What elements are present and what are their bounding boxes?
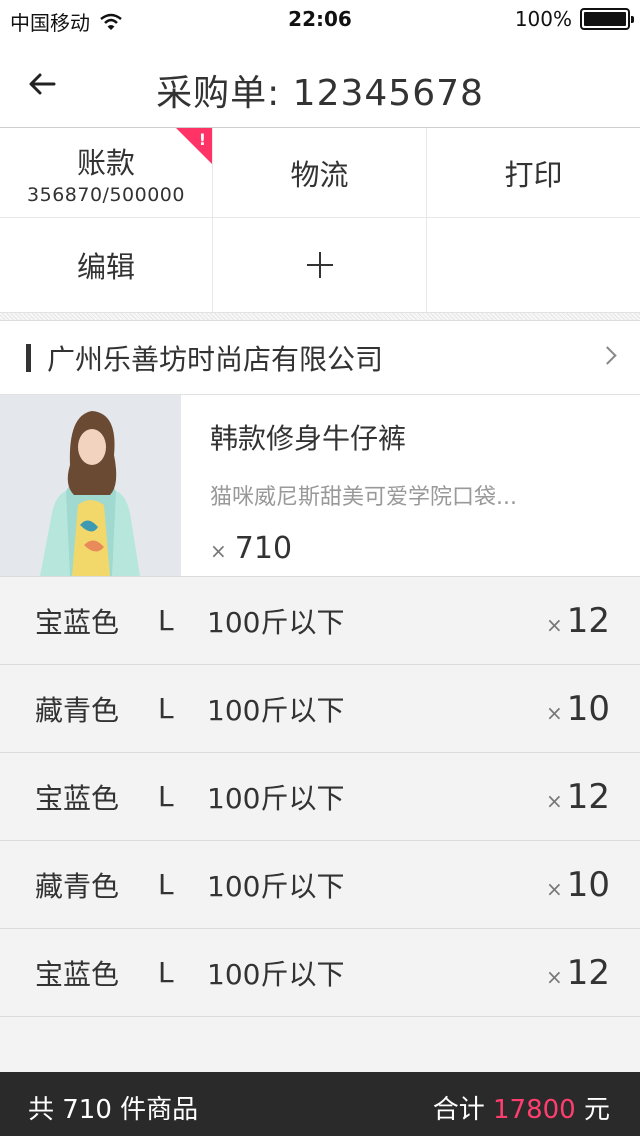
battery-percent: 100% [514, 7, 572, 31]
add-button[interactable] [213, 218, 427, 312]
empty-cell [427, 218, 640, 312]
shop-header[interactable]: 广州乐善坊时尚店有限公司 [0, 321, 640, 395]
logistics-label: 物流 [290, 157, 349, 192]
chevron-right-icon [598, 346, 617, 365]
alert-badge [176, 128, 212, 164]
variant-size: L [158, 780, 174, 813]
account-label: 账款 [76, 145, 135, 180]
times-sign: × [210, 539, 227, 563]
times-sign: × [545, 612, 563, 637]
variant-qty: × 12 [546, 601, 610, 641]
shop-marker [26, 343, 31, 372]
variant-qty-value: 10 [566, 688, 610, 729]
variant-color: 宝蓝色 [35, 781, 120, 815]
variant-weight: 100斤以下 [207, 605, 345, 639]
variant-size: L [158, 956, 174, 989]
shop-name: 广州乐善坊时尚店有限公司 [47, 342, 384, 376]
product-item[interactable]: 韩款修身牛仔裤 猫咪威尼斯甜美可爱学院口袋... × 710 [0, 395, 640, 577]
variant-color: 藏青色 [35, 693, 120, 727]
variant-row[interactable]: 宝蓝色 L 100斤以下 × 12 [0, 577, 640, 665]
print-button[interactable]: 打印 [427, 128, 640, 218]
alert-badge-mark: ! [198, 130, 206, 149]
variant-color: 宝蓝色 [35, 957, 120, 991]
action-grid: 账款 356870/500000 ! 物流 打印 编辑 [0, 128, 640, 313]
times-sign: × [545, 964, 563, 989]
variant-qty-value: 12 [566, 600, 610, 641]
variant-qty-value: 12 [566, 952, 610, 993]
total-amount: 17800 [493, 1095, 576, 1125]
variant-qty: × 12 [546, 777, 610, 817]
nav-bar: 采购单: 12345678 [0, 40, 640, 128]
times-sign: × [545, 876, 563, 901]
variant-weight: 100斤以下 [207, 781, 345, 815]
footer-bar: 共 710 件商品 合计 17800 元 [0, 1072, 640, 1136]
variant-weight: 100斤以下 [207, 869, 345, 903]
product-info: 韩款修身牛仔裤 猫咪威尼斯甜美可爱学院口袋... × 710 [181, 395, 517, 576]
variant-row[interactable]: 宝蓝色 L 100斤以下 × 12 [0, 753, 640, 841]
edit-button[interactable]: 编辑 [0, 218, 213, 312]
status-bar: 中国移动 22:06 100% [0, 0, 640, 40]
variant-row[interactable]: 藏青色 L 100斤以下 × 10 [0, 841, 640, 929]
variant-size: L [158, 692, 174, 725]
variant-qty: × 10 [546, 689, 610, 729]
page-title: 采购单: 12345678 [156, 73, 484, 114]
product-description: 猫咪威尼斯甜美可爱学院口袋... [210, 485, 517, 510]
total-currency: 元 [583, 1095, 610, 1125]
variant-qty: × 12 [546, 953, 610, 993]
product-image [0, 395, 181, 576]
times-sign: × [545, 788, 563, 813]
battery-icon [580, 8, 634, 30]
variant-qty-value: 10 [566, 864, 610, 905]
product-quantity-value: 710 [234, 531, 293, 566]
item-summary: 共 710 件商品 [28, 1095, 199, 1125]
variant-color: 藏青色 [35, 869, 120, 903]
account-button[interactable]: 账款 356870/500000 ! [0, 128, 213, 218]
times-sign: × [545, 700, 563, 725]
edit-label: 编辑 [76, 250, 135, 284]
total-label: 合计 [432, 1095, 485, 1125]
account-value: 356870/500000 [27, 183, 185, 206]
battery-group: 100% [514, 7, 634, 31]
variant-list: 宝蓝色 L 100斤以下 × 12 藏青色 L 100斤以下 × 10 宝蓝色 L … [0, 577, 640, 1073]
product-quantity: × 710 [210, 531, 517, 566]
divider [0, 313, 640, 321]
list-filler [0, 1017, 640, 1073]
product-photo [0, 395, 181, 576]
total-group: 合计 17800 元 [433, 1089, 610, 1126]
variant-qty-value: 12 [566, 776, 610, 817]
product-name: 韩款修身牛仔裤 [210, 422, 407, 455]
variant-row[interactable]: 宝蓝色 L 100斤以下 × 12 [0, 929, 640, 1017]
variant-weight: 100斤以下 [207, 693, 345, 727]
variant-color: 宝蓝色 [35, 605, 120, 639]
variant-row[interactable]: 藏青色 L 100斤以下 × 10 [0, 665, 640, 753]
logistics-button[interactable]: 物流 [213, 128, 427, 218]
print-label: 打印 [504, 157, 563, 192]
battery-fill [584, 12, 626, 26]
variant-qty: × 10 [546, 865, 610, 905]
variant-size: L [158, 604, 174, 637]
variant-size: L [158, 868, 174, 901]
plus-icon [306, 252, 333, 278]
variant-weight: 100斤以下 [207, 957, 345, 991]
